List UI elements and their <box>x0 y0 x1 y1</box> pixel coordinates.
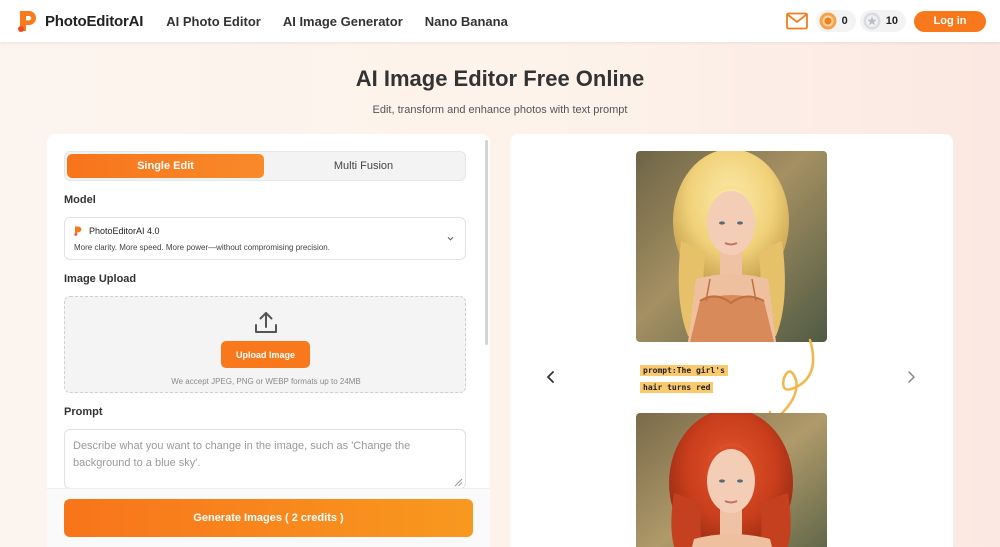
chevron-down-icon <box>447 236 454 241</box>
silver-credits-count: 10 <box>885 15 898 27</box>
model-logo-icon <box>74 226 82 236</box>
orange-credits-count: 0 <box>841 15 848 27</box>
model-description: More clarity. More speed. More power—wit… <box>74 243 330 252</box>
tab-single-edit[interactable]: Single Edit <box>67 154 264 178</box>
upload-icon <box>255 312 277 333</box>
example-prompt-tag: prompt:The girl's hair turns red <box>640 362 736 396</box>
mode-tabs: Single Edit Multi Fusion <box>64 151 466 181</box>
mail-icon[interactable] <box>785 12 808 30</box>
image-dropzone[interactable]: Upload Image We accept JPEG, PNG or WEBP… <box>64 296 466 393</box>
prompt-input[interactable] <box>64 429 466 489</box>
resize-grip-icon[interactable] <box>454 478 463 487</box>
after-image <box>636 413 827 547</box>
upload-hint: We accept JPEG, PNG or WEBP formats up t… <box>171 377 361 386</box>
model-label: Model <box>64 194 96 206</box>
nav-links: AI Photo Editor AI Image Generator Nano … <box>166 14 530 29</box>
example-prompt-line-1: prompt:The girl's <box>640 365 728 376</box>
nav-link-nano-banana[interactable]: Nano Banana <box>425 14 508 29</box>
image-upload-label: Image Upload <box>64 273 137 285</box>
chevron-right-icon[interactable] <box>905 370 917 384</box>
model-select[interactable]: PhotoEditorAI 4.0 More clarity. More spe… <box>64 217 466 260</box>
brand-logo[interactable]: PhotoEditorAI <box>17 9 143 33</box>
page-subtitle: Edit, transform and enhance photos with … <box>372 104 628 116</box>
preview-panel: prompt:The girl's hair turns red <box>510 134 953 547</box>
upload-image-button[interactable]: Upload Image <box>221 341 310 368</box>
before-image <box>636 151 827 342</box>
top-nav: PhotoEditorAI AI Photo Editor AI Image G… <box>0 0 1000 42</box>
logo-icon <box>18 11 36 32</box>
nav-link-ai-photo-editor[interactable]: AI Photo Editor <box>166 14 261 29</box>
nav-actions: 0 10 Log in <box>785 0 986 42</box>
model-name-row: PhotoEditorAI 4.0 <box>74 226 160 236</box>
tab-multi-fusion[interactable]: Multi Fusion <box>264 154 463 178</box>
model-name: PhotoEditorAI 4.0 <box>89 226 160 236</box>
page-title: AI Image Editor Free Online <box>355 66 645 91</box>
login-button[interactable]: Log in <box>914 10 986 32</box>
orange-credits-badge[interactable]: 0 <box>815 10 856 32</box>
example-prompt-line-2: hair turns red <box>640 382 714 393</box>
generate-images-button[interactable]: Generate Images ( 2 credits ) <box>64 499 473 537</box>
brand-name: PhotoEditorAI <box>45 12 144 30</box>
silver-credits-badge[interactable]: 10 <box>859 10 906 32</box>
editor-scrollbar[interactable] <box>485 140 488 345</box>
silver-coin-icon <box>863 12 881 30</box>
prompt-label: Prompt <box>64 406 103 418</box>
editor-panel: Single Edit Multi Fusion Model PhotoEdit… <box>47 134 490 547</box>
orange-coin-icon <box>819 12 837 30</box>
nav-link-ai-image-generator[interactable]: AI Image Generator <box>283 14 403 29</box>
chevron-left-icon[interactable] <box>545 370 557 384</box>
